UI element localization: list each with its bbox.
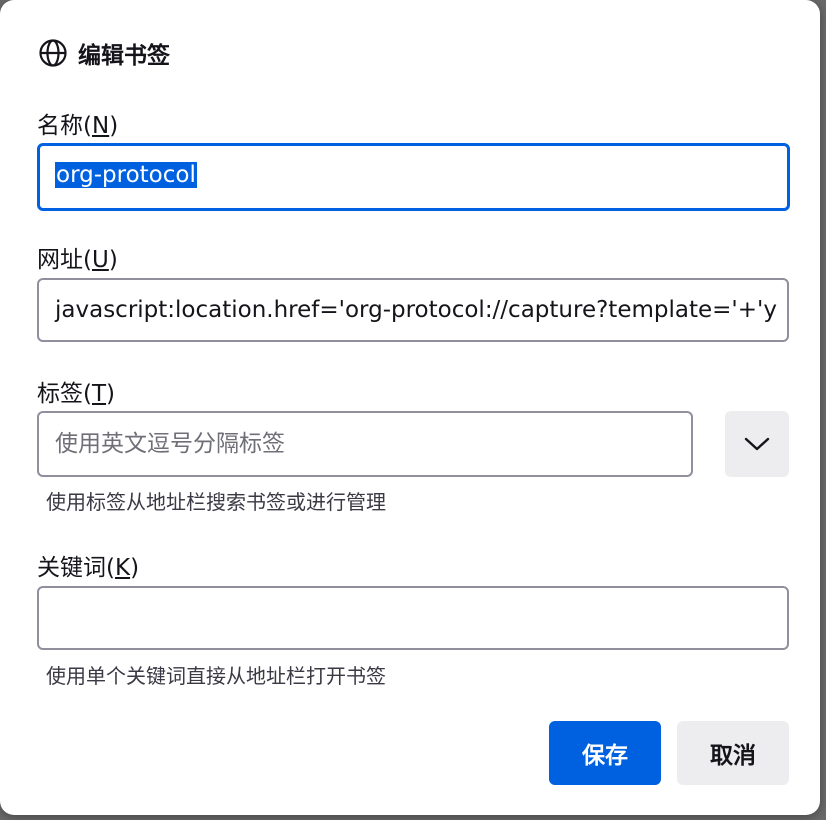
keyword-hint: 使用单个关键词直接从地址栏打开书签 (46, 664, 386, 688)
name-input-value: org-protocol (55, 162, 197, 188)
cancel-button[interactable]: 取消 (677, 721, 789, 785)
keyword-input[interactable] (37, 586, 789, 650)
chevron-down-icon (744, 437, 770, 451)
tags-input[interactable]: 使用英文逗号分隔标签 (37, 411, 693, 477)
name-input[interactable]: org-protocol (37, 143, 790, 211)
name-label: 名称(N) (37, 113, 119, 139)
globe-icon (39, 39, 67, 67)
dialog-header: 编辑书签 (38, 36, 170, 70)
save-button[interactable]: 保存 (549, 721, 661, 785)
dialog-title: 编辑书签 (78, 43, 170, 69)
tags-access-key: T (91, 381, 107, 407)
edit-bookmark-dialog: 编辑书签 名称(N) org-protocol 网址(U) javascript… (0, 0, 820, 815)
tags-placeholder: 使用英文逗号分隔标签 (55, 431, 285, 457)
keyword-label: 关键词(K) (37, 555, 140, 581)
url-input-value: javascript:location.href='org-protocol:/… (55, 297, 777, 323)
url-access-key: U (91, 247, 109, 273)
url-input[interactable]: javascript:location.href='org-protocol:/… (37, 278, 789, 342)
keyword-access-key: K (114, 555, 131, 581)
url-label: 网址(U) (37, 247, 118, 273)
tags-label: 标签(T) (37, 381, 116, 407)
name-access-key: N (91, 113, 110, 139)
tags-dropdown-button[interactable] (725, 411, 789, 477)
tags-hint: 使用标签从地址栏搜索书签或进行管理 (46, 490, 386, 514)
